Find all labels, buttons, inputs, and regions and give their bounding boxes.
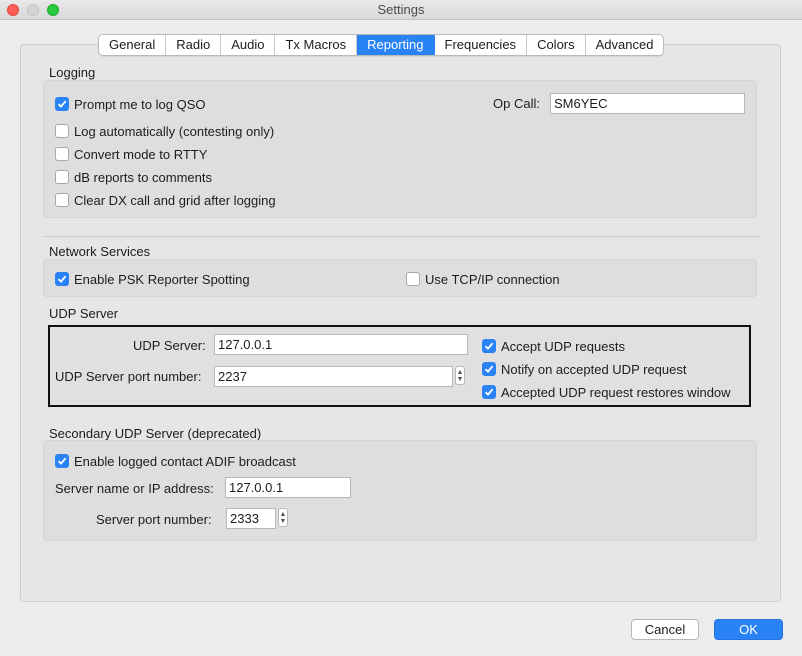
checkbox-empty-icon bbox=[406, 272, 420, 286]
use-tcpip-checkbox[interactable]: Use TCP/IP connection bbox=[406, 270, 560, 288]
checkmark-icon bbox=[55, 454, 69, 468]
udp-server-label: UDP Server: bbox=[133, 338, 206, 353]
network-services-section-title: Network Services bbox=[49, 244, 151, 259]
tab-general[interactable]: General bbox=[99, 35, 167, 55]
udp-port-stepper[interactable]: ▲ ▼ bbox=[455, 366, 465, 385]
accept-udp-requests-checkbox[interactable]: Accept UDP requests bbox=[482, 337, 625, 355]
clear-dx-call-checkbox[interactable]: Clear DX call and grid after logging bbox=[55, 191, 276, 209]
secondary-server-input[interactable] bbox=[225, 477, 351, 498]
clear-dx-call-label: Clear DX call and grid after logging bbox=[74, 192, 276, 208]
checkmark-icon bbox=[482, 362, 496, 376]
udp-server-section-title: UDP Server bbox=[49, 306, 119, 321]
title-bar: Settings bbox=[0, 0, 802, 20]
checkmark-icon bbox=[55, 97, 69, 111]
secondary-port-input[interactable] bbox=[226, 508, 276, 529]
tab-advanced[interactable]: Advanced bbox=[585, 35, 664, 55]
log-automatically-checkbox[interactable]: Log automatically (contesting only) bbox=[55, 122, 274, 140]
accept-udp-requests-label: Accept UDP requests bbox=[501, 338, 626, 354]
chevron-up-icon: ▲ bbox=[279, 510, 287, 518]
chevron-down-icon: ▼ bbox=[279, 517, 287, 525]
use-tcpip-label: Use TCP/IP connection bbox=[425, 271, 560, 287]
settings-window: Settings General Radio Audio Tx Macros R… bbox=[0, 0, 802, 656]
udp-restores-window-label: Accepted UDP request restores window bbox=[501, 384, 731, 400]
enable-adif-broadcast-checkbox[interactable]: Enable logged contact ADIF broadcast bbox=[55, 452, 296, 470]
checkmark-icon bbox=[482, 385, 496, 399]
udp-restores-window-checkbox[interactable]: Accepted UDP request restores window bbox=[482, 383, 731, 401]
tab-colors[interactable]: Colors bbox=[527, 35, 586, 55]
notify-accepted-udp-checkbox[interactable]: Notify on accepted UDP request bbox=[482, 360, 686, 378]
enable-adif-broadcast-label: Enable logged contact ADIF broadcast bbox=[74, 453, 296, 469]
udp-server-input[interactable] bbox=[214, 334, 468, 355]
logging-section-title: Logging bbox=[49, 65, 96, 80]
secondary-server-label: Server name or IP address: bbox=[55, 481, 214, 496]
checkbox-empty-icon bbox=[55, 124, 69, 138]
checkbox-empty-icon bbox=[55, 147, 69, 161]
enable-psk-reporter-label: Enable PSK Reporter Spotting bbox=[74, 271, 250, 287]
log-automatically-label: Log automatically (contesting only) bbox=[74, 123, 275, 139]
tab-frequencies[interactable]: Frequencies bbox=[434, 35, 528, 55]
cancel-button[interactable]: Cancel bbox=[631, 619, 699, 640]
checkmark-icon bbox=[482, 339, 496, 353]
udp-port-input[interactable] bbox=[214, 366, 453, 387]
tab-bar: General Radio Audio Tx Macros Reporting … bbox=[98, 34, 665, 56]
section-divider bbox=[43, 236, 761, 237]
tab-tx-macros[interactable]: Tx Macros bbox=[275, 35, 358, 55]
checkmark-icon bbox=[55, 272, 69, 286]
udp-port-label: UDP Server port number: bbox=[55, 369, 202, 384]
secondary-port-label: Server port number: bbox=[96, 512, 212, 527]
checkbox-empty-icon bbox=[55, 170, 69, 184]
op-call-label: Op Call: bbox=[493, 96, 540, 111]
tab-audio[interactable]: Audio bbox=[221, 35, 276, 55]
checkbox-empty-icon bbox=[55, 193, 69, 207]
convert-mode-rtty-label: Convert mode to RTTY bbox=[74, 146, 208, 162]
convert-mode-rtty-checkbox[interactable]: Convert mode to RTTY bbox=[55, 145, 207, 163]
db-reports-comments-label: dB reports to comments bbox=[74, 169, 212, 185]
prompt-log-qso-label: Prompt me to log QSO bbox=[74, 96, 206, 112]
secondary-udp-section-title: Secondary UDP Server (deprecated) bbox=[49, 426, 262, 441]
prompt-log-qso-checkbox[interactable]: Prompt me to log QSO bbox=[55, 95, 206, 113]
tab-radio[interactable]: Radio bbox=[166, 35, 222, 55]
db-reports-comments-checkbox[interactable]: dB reports to comments bbox=[55, 168, 212, 186]
ok-button[interactable]: OK bbox=[714, 619, 783, 640]
enable-psk-reporter-checkbox[interactable]: Enable PSK Reporter Spotting bbox=[55, 270, 250, 288]
window-title: Settings bbox=[377, 2, 425, 17]
secondary-port-stepper[interactable]: ▲ ▼ bbox=[278, 508, 288, 527]
chevron-up-icon: ▲ bbox=[456, 368, 464, 376]
chevron-down-icon: ▼ bbox=[456, 375, 464, 383]
op-call-input[interactable] bbox=[550, 93, 745, 114]
notify-accepted-udp-label: Notify on accepted UDP request bbox=[501, 361, 687, 377]
tab-reporting[interactable]: Reporting bbox=[357, 35, 435, 55]
